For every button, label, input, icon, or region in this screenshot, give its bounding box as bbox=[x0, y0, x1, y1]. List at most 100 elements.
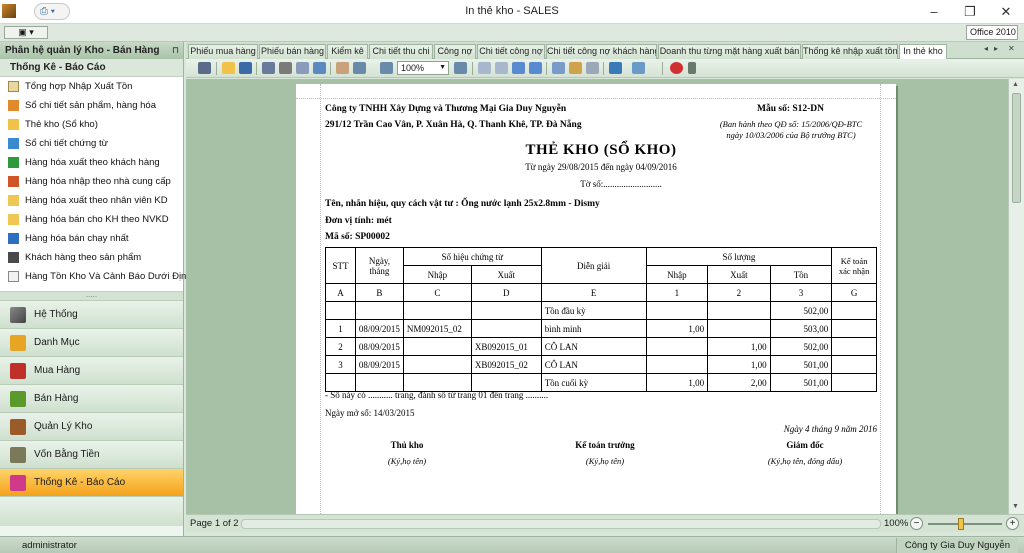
nav-sales[interactable]: Bán Hàng bbox=[0, 384, 183, 412]
cell-stt: 2 bbox=[325, 337, 356, 356]
theme-select[interactable]: Office 2010 bbox=[966, 25, 1018, 40]
signer-role: Giám đốc bbox=[786, 440, 824, 450]
cell-voucher-out bbox=[470, 301, 542, 320]
previous-page-icon[interactable] bbox=[495, 62, 508, 74]
zoom-plus-button[interactable]: + bbox=[1006, 517, 1019, 530]
table-row: 2 08/09/2015 XB092015_01 CÔ LAN 1,00 502… bbox=[325, 337, 877, 356]
restore-button[interactable]: ❐ bbox=[952, 1, 988, 23]
scroll-down-icon[interactable]: ▼ bbox=[1012, 503, 1019, 510]
zoom-slider-handle[interactable] bbox=[958, 518, 964, 530]
tab-purchase-voucher[interactable]: Phiếu mua hàng bbox=[188, 44, 258, 59]
zoom-select[interactable]: 100% ▼ bbox=[397, 61, 449, 75]
tab-next-icon[interactable]: ▸ bbox=[994, 44, 998, 53]
title-bar: ⎙ ▾ In thẻ kho - SALES – ❐ ✕ bbox=[0, 0, 1024, 24]
tab-sales-voucher[interactable]: Phiếu bán hàng bbox=[259, 44, 326, 59]
tab-prev-icon[interactable]: ◂ bbox=[984, 44, 988, 53]
page-setup-icon[interactable] bbox=[296, 62, 309, 74]
column-header: Diễn giải bbox=[540, 247, 647, 284]
table-header-row: STT Ngày, tháng Số hiệu chứng từ Diễn gi… bbox=[325, 247, 877, 284]
tab-stocktake[interactable]: Kiểm kê bbox=[327, 44, 368, 59]
zoom-minus-button[interactable]: − bbox=[910, 517, 923, 530]
first-page-icon[interactable] bbox=[478, 62, 491, 74]
print-setup-icon[interactable] bbox=[262, 62, 275, 74]
nav-system[interactable]: Hệ Thống bbox=[0, 300, 183, 328]
report-item-by-customer[interactable]: Hàng hóa xuất theo khách hàng bbox=[0, 153, 183, 172]
column-header: Nhập bbox=[402, 265, 472, 284]
report-item-best-sellers[interactable]: Hàng hóa bán chạy nhất bbox=[0, 229, 183, 248]
column-code: E bbox=[540, 283, 647, 302]
cell-confirm bbox=[831, 373, 877, 392]
send-email-icon[interactable] bbox=[632, 62, 645, 74]
close-preview-icon[interactable] bbox=[670, 62, 683, 74]
horizontal-scrollbar[interactable] bbox=[241, 519, 881, 529]
tab-cash-detail[interactable]: Chi tiết thu chi bbox=[369, 44, 433, 59]
cell-date: 08/09/2015 bbox=[354, 337, 404, 356]
tab-debt[interactable]: Công nợ bbox=[434, 44, 476, 59]
money-icon bbox=[10, 446, 26, 463]
cell-description: CÔ LAN bbox=[540, 337, 647, 356]
nav-cash[interactable]: Vốn Bằng Tiền bbox=[0, 440, 183, 468]
scale-icon[interactable] bbox=[313, 62, 326, 74]
tab-customer-debt[interactable]: Chi tiết công nợ khách hàng bbox=[546, 44, 657, 59]
find-icon[interactable] bbox=[198, 62, 211, 74]
zoom-slider[interactable] bbox=[928, 523, 1002, 525]
export-document-icon[interactable] bbox=[609, 62, 622, 74]
watermark-icon[interactable] bbox=[586, 62, 599, 74]
report-item-by-supplier[interactable]: Hàng hóa nhập theo nhà cung cấp bbox=[0, 172, 183, 191]
nav-purchase[interactable]: Mua Hàng bbox=[0, 356, 183, 384]
panel-splitter[interactable]: ..... bbox=[0, 291, 183, 300]
report-item-nxt[interactable]: Tổng hợp Nhập Xuất Tồn bbox=[0, 77, 183, 96]
tab-debt-detail[interactable]: Chi tiết công nợ bbox=[477, 44, 545, 59]
cell-qty-in: 1,00 bbox=[645, 373, 709, 392]
section-title: Thống Kê - Báo Cáo bbox=[0, 59, 183, 77]
open-icon[interactable] bbox=[222, 62, 235, 74]
stock-card-table: STT Ngày, tháng Số hiệu chứng từ Diễn gi… bbox=[325, 247, 877, 392]
cell-date: 08/09/2015 bbox=[354, 319, 404, 338]
tab-revenue-by-item[interactable]: Doanh thu từng mặt hàng xuất bán bbox=[658, 44, 801, 59]
nav-overflow-bar[interactable] bbox=[0, 496, 183, 526]
report-item-stock-card[interactable]: Thẻ kho (Sổ kho) bbox=[0, 115, 183, 134]
print-icon[interactable] bbox=[279, 62, 292, 74]
column-header: Kế toán xác nhận bbox=[831, 247, 877, 284]
export-icon bbox=[8, 157, 19, 168]
vertical-scrollbar[interactable]: ▲ ▼ bbox=[1008, 79, 1024, 514]
color-icon[interactable] bbox=[569, 62, 582, 74]
margin-guide bbox=[296, 98, 896, 99]
report-item-sold-by-staff[interactable]: Hàng hóa bán cho KH theo NVKD bbox=[0, 210, 183, 229]
scroll-up-icon[interactable]: ▲ bbox=[1012, 81, 1019, 88]
scroll-thumb[interactable] bbox=[1012, 93, 1021, 203]
nav-warehouse[interactable]: Quản Lý Kho bbox=[0, 412, 183, 440]
report-item-voucher-book[interactable]: Sổ chi tiết chứng từ bbox=[0, 134, 183, 153]
ribbon-toggle-button[interactable]: ▣ ▾ bbox=[4, 26, 48, 39]
magnifier-icon[interactable] bbox=[353, 62, 366, 74]
toolbar-options-icon[interactable] bbox=[688, 62, 696, 74]
pin-icon[interactable]: ⊓ bbox=[172, 42, 179, 59]
report-item-by-staff[interactable]: Hàng hóa xuất theo nhân viên KD bbox=[0, 191, 183, 210]
close-button[interactable]: ✕ bbox=[988, 1, 1024, 23]
report-list: Tổng hợp Nhập Xuất Tồn Sổ chi tiết sản p… bbox=[0, 77, 213, 292]
report-item-label: Sổ chi tiết sản phẩm, hàng hóa bbox=[25, 100, 156, 111]
hand-tool-icon[interactable] bbox=[336, 62, 349, 74]
save-icon[interactable] bbox=[239, 62, 252, 74]
company-name: Công ty TNHH Xây Dựng và Thương Mại Gia … bbox=[325, 104, 567, 114]
book-icon bbox=[8, 100, 19, 111]
product-code: Mã số: SP00002 bbox=[325, 232, 390, 242]
tab-close-icon[interactable]: ✕ bbox=[1008, 44, 1015, 53]
zoom-in-icon[interactable] bbox=[454, 62, 467, 74]
tab-inout-stats[interactable]: Thống kê nhập xuất tồn bbox=[802, 44, 898, 59]
chart-icon bbox=[8, 233, 19, 244]
last-page-icon[interactable] bbox=[529, 62, 542, 74]
nav-catalog[interactable]: Danh Mục bbox=[0, 328, 183, 356]
multiple-pages-icon[interactable] bbox=[552, 62, 565, 74]
report-item-inventory-warning[interactable]: Hàng Tồn Kho Và Cảnh Báo Dưới Định Mức bbox=[0, 267, 213, 286]
cell-qty-in: 1,00 bbox=[645, 319, 709, 338]
minimize-button[interactable]: – bbox=[916, 1, 952, 23]
cell-balance: 502,00 bbox=[769, 337, 833, 356]
report-item-customer-product[interactable]: Khách hàng theo sản phẩm bbox=[0, 248, 183, 267]
report-item-product-book[interactable]: Sổ chi tiết sản phẩm, hàng hóa bbox=[0, 96, 183, 115]
next-page-icon[interactable] bbox=[512, 62, 525, 74]
cell-voucher-out: XB092015_02 bbox=[470, 355, 542, 374]
zoom-out-icon[interactable] bbox=[380, 62, 393, 74]
tab-stock-card[interactable]: In thẻ kho bbox=[899, 44, 947, 60]
nav-reports[interactable]: Thống Kê - Báo Cáo bbox=[0, 468, 183, 496]
